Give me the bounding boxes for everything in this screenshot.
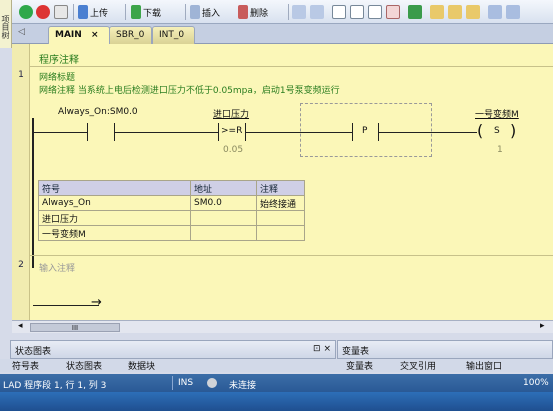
upload-button[interactable]: 上传 — [78, 4, 108, 20]
insert-button[interactable]: 插入 — [190, 4, 220, 20]
download-label: 下载 — [143, 8, 162, 19]
pane-close-icon[interactable]: ⊡ × — [313, 344, 331, 354]
horizontal-scrollbar[interactable]: ◂ III ▸ — [12, 320, 553, 333]
cursor-position: LAD 程序段 1, 行 1, 列 3 — [3, 381, 107, 391]
insert-label: 插入 — [202, 8, 221, 19]
comment-header: 注释 — [256, 180, 305, 196]
tab-data-block[interactable]: 数据块 — [128, 359, 155, 372]
download-arrow-icon — [131, 5, 141, 19]
scroll-right-icon[interactable]: ▸ — [540, 321, 545, 331]
address-cell — [190, 210, 257, 226]
network-comment[interactable]: 网络注释 当系统上电后检测进口压力不低于0.05mpa，启动1号泵变频运行 — [39, 83, 340, 96]
symbol-header: 符号 — [38, 180, 191, 196]
connection-status-icon — [207, 378, 217, 388]
status-bar: LAD 程序段 1, 行 1, 列 3 INS 未连接 100% — [0, 374, 553, 392]
coil-operand-label[interactable]: 一号变频M — [475, 107, 519, 120]
tab-cross-reference[interactable]: 交叉引用 — [400, 359, 436, 372]
insert-mode: INS — [178, 378, 194, 388]
scroll-thumb[interactable]: III — [30, 323, 120, 332]
download-button[interactable]: 下载 — [131, 4, 161, 20]
compare-contact[interactable] — [218, 123, 219, 141]
compare-operand-label[interactable]: 进口压力 — [213, 107, 249, 120]
network-title[interactable]: 网络标题 — [39, 70, 75, 83]
tab-sbr0-label: SBR_0 — [116, 30, 145, 40]
tab-int0[interactable]: INT_0 — [152, 26, 195, 44]
p-contact[interactable] — [352, 123, 353, 141]
rung-end-arrow-icon: → — [91, 295, 102, 310]
compare-value[interactable]: 0.05 — [223, 145, 243, 155]
connection-status: 未连接 — [229, 381, 257, 391]
address-cell: SM0.0 — [190, 195, 257, 211]
symbol-table: 符号 地址 注释 Always_On SM0.0 始终接通 进口压力 一号变频M — [38, 180, 305, 241]
comment-cell: 始终接通 — [256, 195, 305, 211]
status-chart-title: 状态图表 — [15, 347, 52, 357]
tab-symbol-table[interactable]: 符号表 — [12, 359, 39, 372]
coil-operator: S — [494, 126, 500, 136]
contact-always-on[interactable] — [87, 123, 88, 141]
tab-output-window[interactable]: 输出窗口 — [466, 359, 502, 372]
upload-arrow-icon — [78, 5, 88, 19]
windows-taskbar — [0, 392, 553, 411]
network-2-comment-input[interactable]: 输入注释 — [39, 261, 75, 274]
tab-variable-table[interactable]: 变量表 — [346, 359, 373, 372]
coil-left-paren: ( — [477, 121, 484, 140]
address-cell — [190, 225, 257, 241]
variable-table-pane[interactable]: 变量表 — [337, 340, 553, 359]
comment-cell — [256, 225, 305, 241]
network-gutter: 1 2 — [12, 44, 30, 320]
coil-right-paren: ) — [510, 121, 517, 140]
tab-main-label: MAIN — [55, 30, 82, 40]
upload-label: 上传 — [90, 8, 109, 19]
symbol-table-header: 符号 地址 注释 — [38, 180, 305, 196]
project-tree-tab[interactable]: 项目树 — [0, 0, 12, 48]
tab-main[interactable]: MAIN × — [48, 26, 110, 44]
comment-cell — [256, 210, 305, 226]
insert-icon — [190, 5, 200, 19]
tab-scroll-left-icon[interactable]: ◁ — [18, 27, 25, 37]
symbol-cell: Always_On — [38, 195, 191, 211]
coil-value[interactable]: 1 — [497, 145, 503, 155]
editor-tabs: ◁ MAIN × SBR_0 INT_0 — [12, 24, 553, 44]
stop-icon[interactable] — [36, 4, 50, 20]
table-row: Always_On SM0.0 始终接通 — [38, 195, 305, 211]
p-contact-label: P — [362, 126, 368, 136]
table-row: 进口压力 — [38, 210, 305, 226]
network-2-number: 2 — [18, 260, 24, 270]
table-row: 一号变频M — [38, 225, 305, 241]
scroll-left-icon[interactable]: ◂ — [18, 321, 23, 331]
address-header: 地址 — [190, 180, 257, 196]
compile-icon[interactable] — [54, 4, 68, 20]
tab-status-chart[interactable]: 状态图表 — [66, 359, 102, 372]
zoom-level[interactable]: 100% — [523, 378, 549, 388]
symbol-cell: 一号变频M — [38, 225, 191, 241]
main-toolbar: 上传 下载 插入 删除 — [0, 0, 553, 24]
compare-operator: >=R — [221, 126, 243, 136]
scroll-grip: III — [71, 324, 79, 332]
delete-icon — [238, 5, 248, 19]
contact-always-on-label: Always_On:SM0.0 — [58, 107, 138, 117]
program-comment[interactable]: 程序注释 — [39, 51, 79, 66]
symbol-cell: 进口压力 — [38, 210, 191, 226]
close-icon[interactable]: × — [91, 30, 99, 40]
toolbar-icons-group[interactable] — [292, 4, 520, 20]
run-icon[interactable] — [19, 4, 33, 20]
tab-sbr0[interactable]: SBR_0 — [109, 26, 152, 44]
network-1-number: 1 — [18, 70, 24, 80]
status-chart-pane[interactable]: 状态图表 ⊡ × — [10, 340, 336, 359]
delete-button[interactable]: 删除 — [238, 4, 268, 20]
tab-int0-label: INT_0 — [159, 30, 185, 40]
variable-table-title: 变量表 — [342, 347, 370, 357]
bottom-tabs: 符号表 状态图表 数据块 变量表 交叉引用 输出窗口 — [0, 359, 553, 372]
project-tree-label: 项目树 — [1, 15, 10, 39]
left-power-rail — [32, 118, 34, 268]
delete-label: 删除 — [250, 8, 269, 19]
